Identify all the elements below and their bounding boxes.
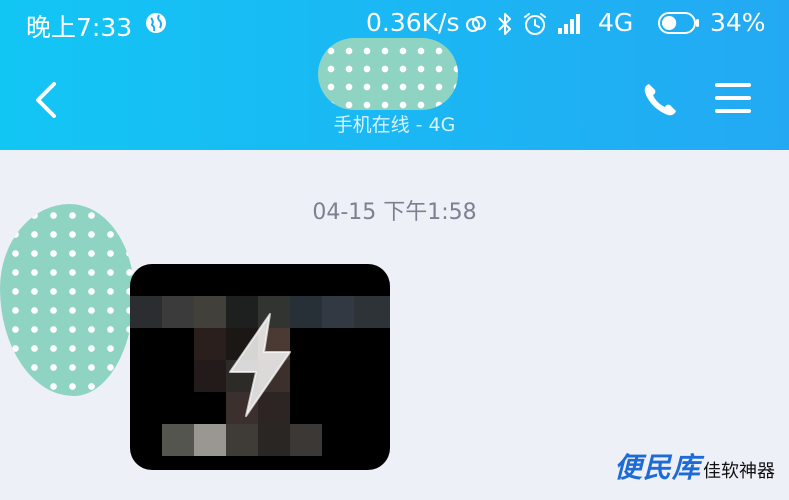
flash-photo-message[interactable] [130,264,390,470]
status-battery-percent: 34% [710,8,766,37]
link-icon [466,16,486,32]
pixel-block [258,424,290,456]
pixel-block [162,296,194,328]
menu-icon[interactable] [713,80,753,116]
status-time: 晚上7:33 [26,13,133,42]
alarm-icon [524,13,546,35]
pixel-block [162,424,194,456]
bluetooth-icon [498,13,511,35]
message-timestamp: 04-15 下午1:58 [312,200,477,225]
pixel-block [354,296,390,328]
sender-avatar-pixelated [0,204,134,396]
status-icons [464,10,582,38]
globe-icon [146,13,166,33]
status-network: 4G [598,8,634,37]
status-net-speed: 0.36K/s [366,8,460,37]
chat-header: 晚上7:33 0.36K/s 4G 34% 手机在线 - 4G [0,0,789,150]
pixel-block [194,424,226,456]
signal-icon [558,14,580,34]
watermark-tagline: 佳软神器 [703,461,775,482]
watermark: 便民库 佳软神器 [614,446,775,486]
lightning-bolt-icon [229,313,291,417]
phone-icon[interactable] [640,80,680,120]
pixel-block [322,296,354,328]
contact-name-pixelated [318,38,458,110]
pixel-block [290,424,322,456]
battery-icon [658,12,699,34]
watermark-brand: 便民库 [613,451,701,484]
pixel-block [226,424,258,456]
pixel-block [130,296,162,328]
